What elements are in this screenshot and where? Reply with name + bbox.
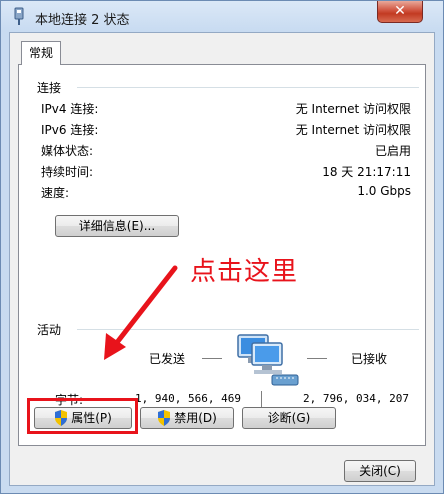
duration-value: 18 天 21:17:11: [322, 165, 411, 179]
network-adapter-icon: [14, 7, 24, 25]
tab-general-label: 常规: [28, 46, 53, 60]
activity-group-label: 活动: [37, 321, 66, 338]
network-computers-icon: [237, 334, 299, 386]
title-bar[interactable]: 本地连接 2 状态 ✕: [1, 1, 443, 33]
disable-button-label: 禁用(D): [174, 411, 217, 425]
close-button[interactable]: 关闭(C): [344, 460, 416, 482]
close-icon: ✕: [394, 3, 406, 19]
details-button[interactable]: 详细信息(E)...: [55, 215, 179, 237]
ipv6-label: IPv6 连接:: [41, 123, 99, 137]
uac-shield-icon: [158, 409, 171, 426]
annotation-text: 点击这里: [190, 257, 299, 287]
media-state-label: 媒体状态:: [41, 144, 94, 158]
sent-label: 已发送: [149, 352, 186, 366]
diagnose-button[interactable]: 诊断(G): [242, 407, 336, 429]
disable-button[interactable]: 禁用(D): [140, 407, 234, 429]
speed-value: 1.0 Gbps: [357, 184, 411, 198]
connection-group-divider: [77, 87, 419, 88]
ipv6-value: 无 Internet 访问权限: [295, 123, 411, 137]
received-label: 已接收: [351, 352, 388, 366]
duration-label: 持续时间:: [41, 165, 94, 179]
activity-group-divider: [77, 329, 419, 330]
bytes-sent-value: 1, 940, 566, 469: [135, 392, 241, 405]
tab-general[interactable]: 常规: [21, 41, 61, 65]
window-title: 本地连接 2 状态: [35, 13, 130, 28]
ipv4-value: 无 Internet 访问权限: [295, 102, 411, 116]
speed-label: 速度:: [41, 186, 70, 200]
received-line: [307, 358, 327, 359]
connection-group-label: 连接: [37, 79, 66, 96]
annotation-highlight-box: [27, 398, 138, 434]
sent-line: [202, 358, 222, 359]
ipv4-label: IPv4 连接:: [41, 102, 99, 116]
media-state-value: 已启用: [374, 144, 411, 158]
bytes-received-value: 2, 796, 034, 207: [303, 392, 409, 405]
title-close-button[interactable]: ✕: [377, 1, 423, 23]
